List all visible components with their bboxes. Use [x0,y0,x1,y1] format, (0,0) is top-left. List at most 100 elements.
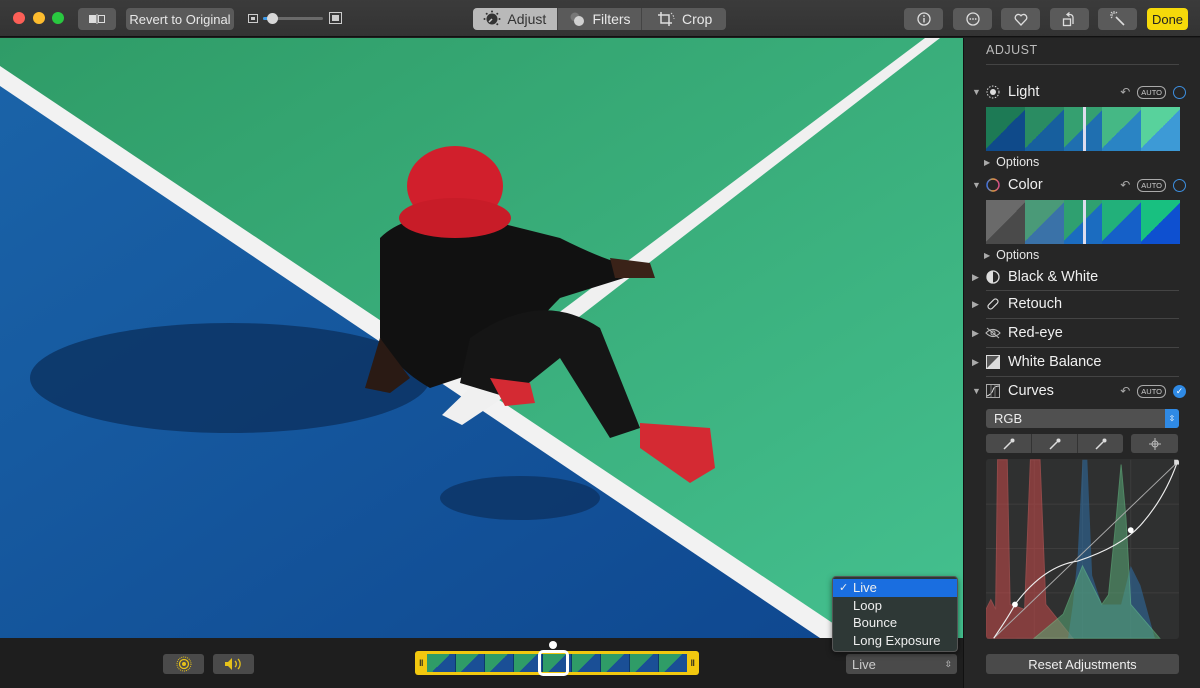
done-button[interactable]: Done [1147,8,1188,30]
reset-adjustments-button[interactable]: Reset Adjustments [986,654,1179,674]
curves-channel-select[interactable]: RGB ⇳ [986,409,1179,428]
live-timeline[interactable]: ‖ ‖ [415,650,699,676]
checkmark-icon: ✓ [839,582,849,595]
rotate-button[interactable] [1050,8,1089,30]
auto-button[interactable]: AUTO [1137,85,1166,99]
info-button[interactable] [904,8,943,30]
minimize-button[interactable] [33,12,45,24]
photos-edit-window: Revert to Original Adjust Filters Crop D… [0,0,1200,688]
auto-button[interactable]: AUTO [1137,178,1166,192]
disclosure-down-icon[interactable]: ▼ [972,180,984,190]
gray-point-eyedropper[interactable] [1032,434,1078,453]
section-label: Color [1008,177,1043,193]
adjust-sidebar: ADJUST ▼ Light ↶ AUTO ▶ Options ▼ Color ↶ A… [963,38,1200,688]
zoom-slider[interactable] [263,13,323,24]
section-label: Retouch [1008,296,1063,312]
live-photo-button[interactable] [163,654,204,674]
menu-item-long-exposure[interactable]: Long Exposure [833,632,957,650]
white-point-eyedropper[interactable] [1078,434,1123,453]
dial-icon [483,10,501,26]
menu-item-label: Live [853,580,877,596]
enhance-button[interactable] [1098,8,1137,30]
edit-mode-tabs: Adjust Filters Crop [473,8,726,30]
crop-icon [658,12,675,26]
section-label: Curves [1008,383,1054,399]
curves-icon [984,382,1002,400]
section-black-white[interactable]: ▶ Black & White [972,266,1186,288]
updown-chevron-icon: ⇳ [944,658,952,669]
curve-endpoint[interactable] [1174,459,1179,465]
section-retouch[interactable]: ▶ Retouch [972,293,1186,315]
enable-toggle-checked[interactable]: ✓ [1173,384,1186,398]
heart-icon [1014,13,1027,26]
live-effect-select[interactable]: Live ⇳ [846,654,957,674]
section-label: Light [1008,84,1040,100]
tab-crop-label: Crop [682,11,713,27]
favorite-button[interactable] [1001,8,1040,30]
options-label: Options [996,248,1040,262]
crosshair-icon [1148,437,1161,450]
photo-canvas[interactable] [0,38,963,638]
section-white-balance[interactable]: ▶ White Balance [972,351,1186,373]
disclosure-right-icon[interactable]: ▶ [972,328,984,339]
color-wheel-icon [984,176,1002,194]
disclosure-down-icon[interactable]: ▼ [972,386,984,396]
undo-icon[interactable]: ↶ [1120,85,1130,99]
trim-handle-left[interactable]: ‖ [419,658,423,668]
live-effect-menu: ✓ Live Loop Bounce Long Exposure [832,576,958,652]
zoom-slider-thumb[interactable] [267,13,278,24]
section-curves[interactable]: ▼ Curves ↶ AUTO ✓ [972,380,1186,402]
disclosure-right-icon[interactable]: ▶ [972,272,984,283]
key-photo-frame[interactable] [538,650,569,676]
light-options-toggle[interactable]: ▶ Options [984,155,1039,169]
compare-button[interactable] [78,8,116,30]
large-photo-icon [329,12,342,24]
undo-icon[interactable]: ↶ [1120,178,1130,192]
section-light[interactable]: ▼ Light ↶ AUTO [972,81,1186,103]
disclosure-down-icon[interactable]: ▼ [972,87,984,97]
trim-handle-right[interactable]: ‖ [691,658,695,668]
more-icon [965,12,980,26]
revert-to-original-button[interactable]: Revert to Original [126,8,234,30]
tab-crop[interactable]: Crop [642,8,726,30]
filters-icon [570,12,585,26]
bandage-icon [984,295,1002,313]
disclosure-right-icon[interactable]: ▶ [972,299,984,310]
eyedropper-group [986,434,1123,453]
white-balance-icon [984,353,1002,371]
menu-item-loop[interactable]: Loop [833,597,957,615]
black-point-eyedropper[interactable] [986,434,1032,453]
playhead-indicator[interactable] [549,641,557,649]
options-label: Options [996,155,1040,169]
menu-item-bounce[interactable]: Bounce [833,614,957,632]
tab-adjust[interactable]: Adjust [473,8,558,30]
color-thumbnail-strip[interactable] [986,200,1180,244]
zoom-button[interactable] [52,12,64,24]
enable-toggle[interactable] [1173,178,1186,192]
add-point-button[interactable] [1131,434,1178,453]
close-button[interactable] [13,12,25,24]
tab-filters[interactable]: Filters [558,8,643,30]
color-options-toggle[interactable]: ▶ Options [984,248,1039,262]
curves-histogram[interactable] [986,459,1179,639]
info-icon [916,12,931,26]
more-button[interactable] [953,8,992,30]
eyedropper-icon [1048,438,1060,450]
section-red-eye[interactable]: ▶ Red-eye [972,322,1186,344]
bottom-bar: ‖ ‖ Live ⇳ [0,638,963,688]
undo-icon[interactable]: ↶ [1120,384,1130,398]
curve-point[interactable] [1127,527,1134,534]
section-color[interactable]: ▼ Color ↶ AUTO [972,174,1186,196]
curve-point[interactable] [1012,601,1018,608]
updown-chevron-icon: ⇳ [1165,409,1179,428]
sun-icon [984,83,1002,101]
half-circle-icon [984,268,1002,286]
light-thumbnail-strip[interactable] [986,107,1180,151]
disclosure-right-icon[interactable]: ▶ [972,357,984,368]
section-label: Red-eye [1008,325,1063,341]
auto-button[interactable]: AUTO [1137,384,1166,398]
menu-item-live[interactable]: ✓ Live [833,579,957,597]
sound-button[interactable] [213,654,254,674]
speaker-icon [224,658,241,670]
enable-toggle[interactable] [1173,85,1186,99]
